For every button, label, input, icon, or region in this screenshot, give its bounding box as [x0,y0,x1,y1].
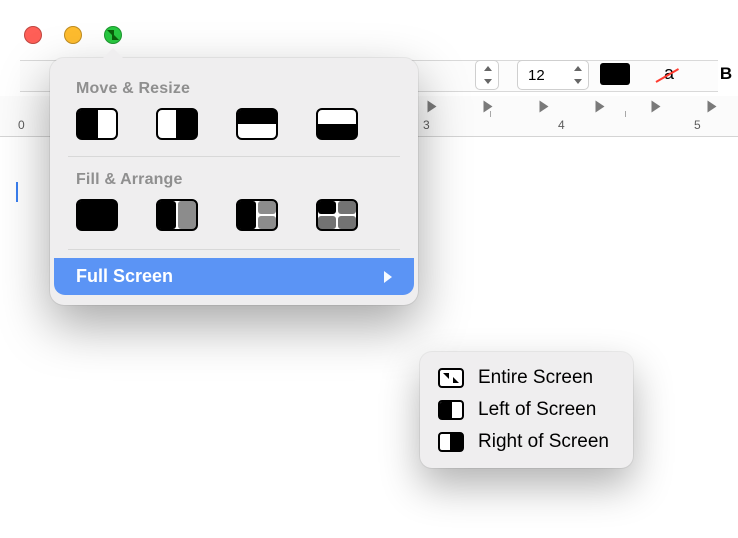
move-resize-row [54,108,414,156]
text-caret [16,182,18,202]
submenu-item-entire-screen[interactable]: Entire Screen [432,362,615,394]
minimize-window-button[interactable] [64,26,82,44]
submenu-item-left-of-screen[interactable]: Left of Screen [432,394,615,426]
window-tiling-popover: Move & Resize Fill & Arrange [50,58,418,305]
font-size-field[interactable]: 12 [517,60,589,90]
arrange-two-vertical-button[interactable] [156,199,198,231]
tile-bottom-half-button[interactable] [316,108,358,140]
cell-icon [238,201,256,229]
window-traffic-lights [24,26,122,44]
cell-icon [258,201,276,214]
close-window-button[interactable] [24,26,42,44]
ruler-number: 5 [694,118,701,132]
bold-glyph: B [720,64,732,84]
arrange-quarters-button[interactable] [316,199,358,231]
section-title-fill-arrange: Fill & Arrange [76,171,414,189]
cell-icon [338,201,356,214]
popover-separator [68,249,400,250]
chevron-right-icon [384,271,392,283]
cell-icon [318,216,336,229]
ruler-tab-stop[interactable] [652,101,661,113]
ruler-tick [625,111,626,117]
ruler-tab-stop[interactable] [484,101,493,113]
cell-icon [338,216,356,229]
submenu-label: Entire Screen [478,367,593,389]
ruler-number: 4 [558,118,565,132]
right-of-screen-icon [438,432,464,452]
fill-screen-button[interactable] [76,199,118,231]
ruler-tab-stop[interactable] [596,101,605,113]
fill-arrange-row [54,199,414,247]
submenu-label: Left of Screen [478,399,596,421]
strikethrough-button[interactable]: a [654,58,684,88]
entire-screen-icon [438,368,464,388]
arrange-left-plus-two-button[interactable] [236,199,278,231]
submenu-item-right-of-screen[interactable]: Right of Screen [432,426,615,458]
font-size-value: 12 [528,67,545,84]
cell-icon [318,201,336,214]
cell-icon [178,201,196,229]
left-of-screen-icon [438,400,464,420]
full-screen-submenu: Entire Screen Left of Screen Right of Sc… [420,352,633,468]
ruler-number: 0 [18,118,25,132]
full-screen-label: Full Screen [76,266,173,287]
font-family-stepper[interactable] [475,60,499,90]
text-color-swatch[interactable] [600,63,630,85]
bold-button[interactable]: B [712,60,738,88]
ruler-number: 3 [423,118,430,132]
tile-top-half-button[interactable] [236,108,278,140]
cell-icon [258,216,276,229]
full-screen-menu-item[interactable]: Full Screen [54,258,414,295]
submenu-label: Right of Screen [478,431,609,453]
ruler-tab-stop[interactable] [428,101,437,113]
tile-right-half-button[interactable] [156,108,198,140]
tile-left-half-button[interactable] [76,108,118,140]
cell-icon [158,201,176,229]
zoom-window-button[interactable] [104,26,122,44]
ruler-tab-stop[interactable] [540,101,549,113]
popover-separator [68,156,400,157]
section-title-move-resize: Move & Resize [76,80,414,98]
ruler-tab-stop[interactable] [708,101,717,113]
